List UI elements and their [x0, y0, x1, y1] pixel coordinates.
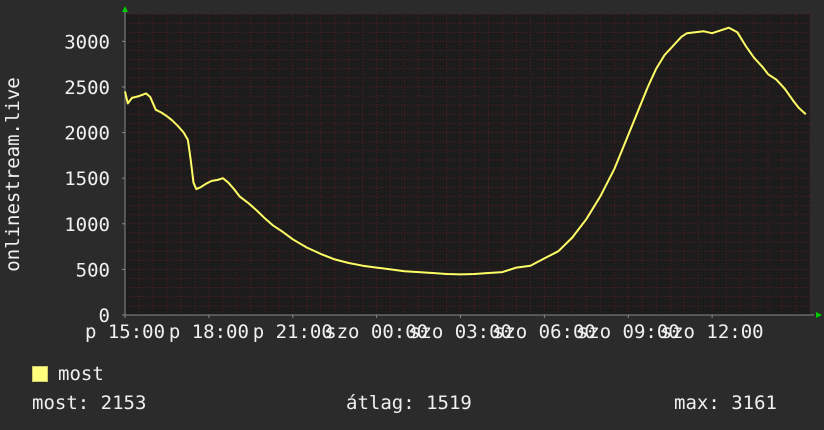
x-tick-label: szo 12:00	[661, 321, 764, 343]
y-tick-label: 2500	[64, 77, 110, 99]
legend-label: most	[58, 363, 104, 385]
stat-current: most: 2153	[32, 392, 147, 414]
x-tick-label: p 15:00	[85, 321, 165, 343]
chart: 050010001500200025003000 p 15:00 p 18:00 p…	[2, 6, 822, 343]
y-tick-label: 1500	[64, 168, 110, 190]
y-tick-label: 3000	[64, 31, 110, 53]
y-tick-label: 2000	[64, 123, 110, 145]
x-axis-arrow	[816, 312, 822, 318]
stat-max: max: 3161	[674, 392, 777, 414]
y-tick-label: 1000	[64, 214, 110, 236]
x-tick-labels: p 15:00 p 18:00 p 21:00szo 00:00szo 03:00s…	[85, 315, 764, 343]
y-axis-label: onlinestream.live	[2, 77, 24, 271]
legend: most	[32, 363, 104, 385]
y-tick-labels: 050010001500200025003000	[64, 31, 125, 327]
legend-swatch	[32, 366, 48, 382]
x-tick-label: p 21:00	[253, 321, 333, 343]
x-tick-label: p 18:00	[169, 321, 249, 343]
y-tick-label: 500	[76, 259, 110, 281]
y-axis-arrow	[122, 6, 128, 12]
stat-average: átlag: 1519	[346, 392, 472, 414]
